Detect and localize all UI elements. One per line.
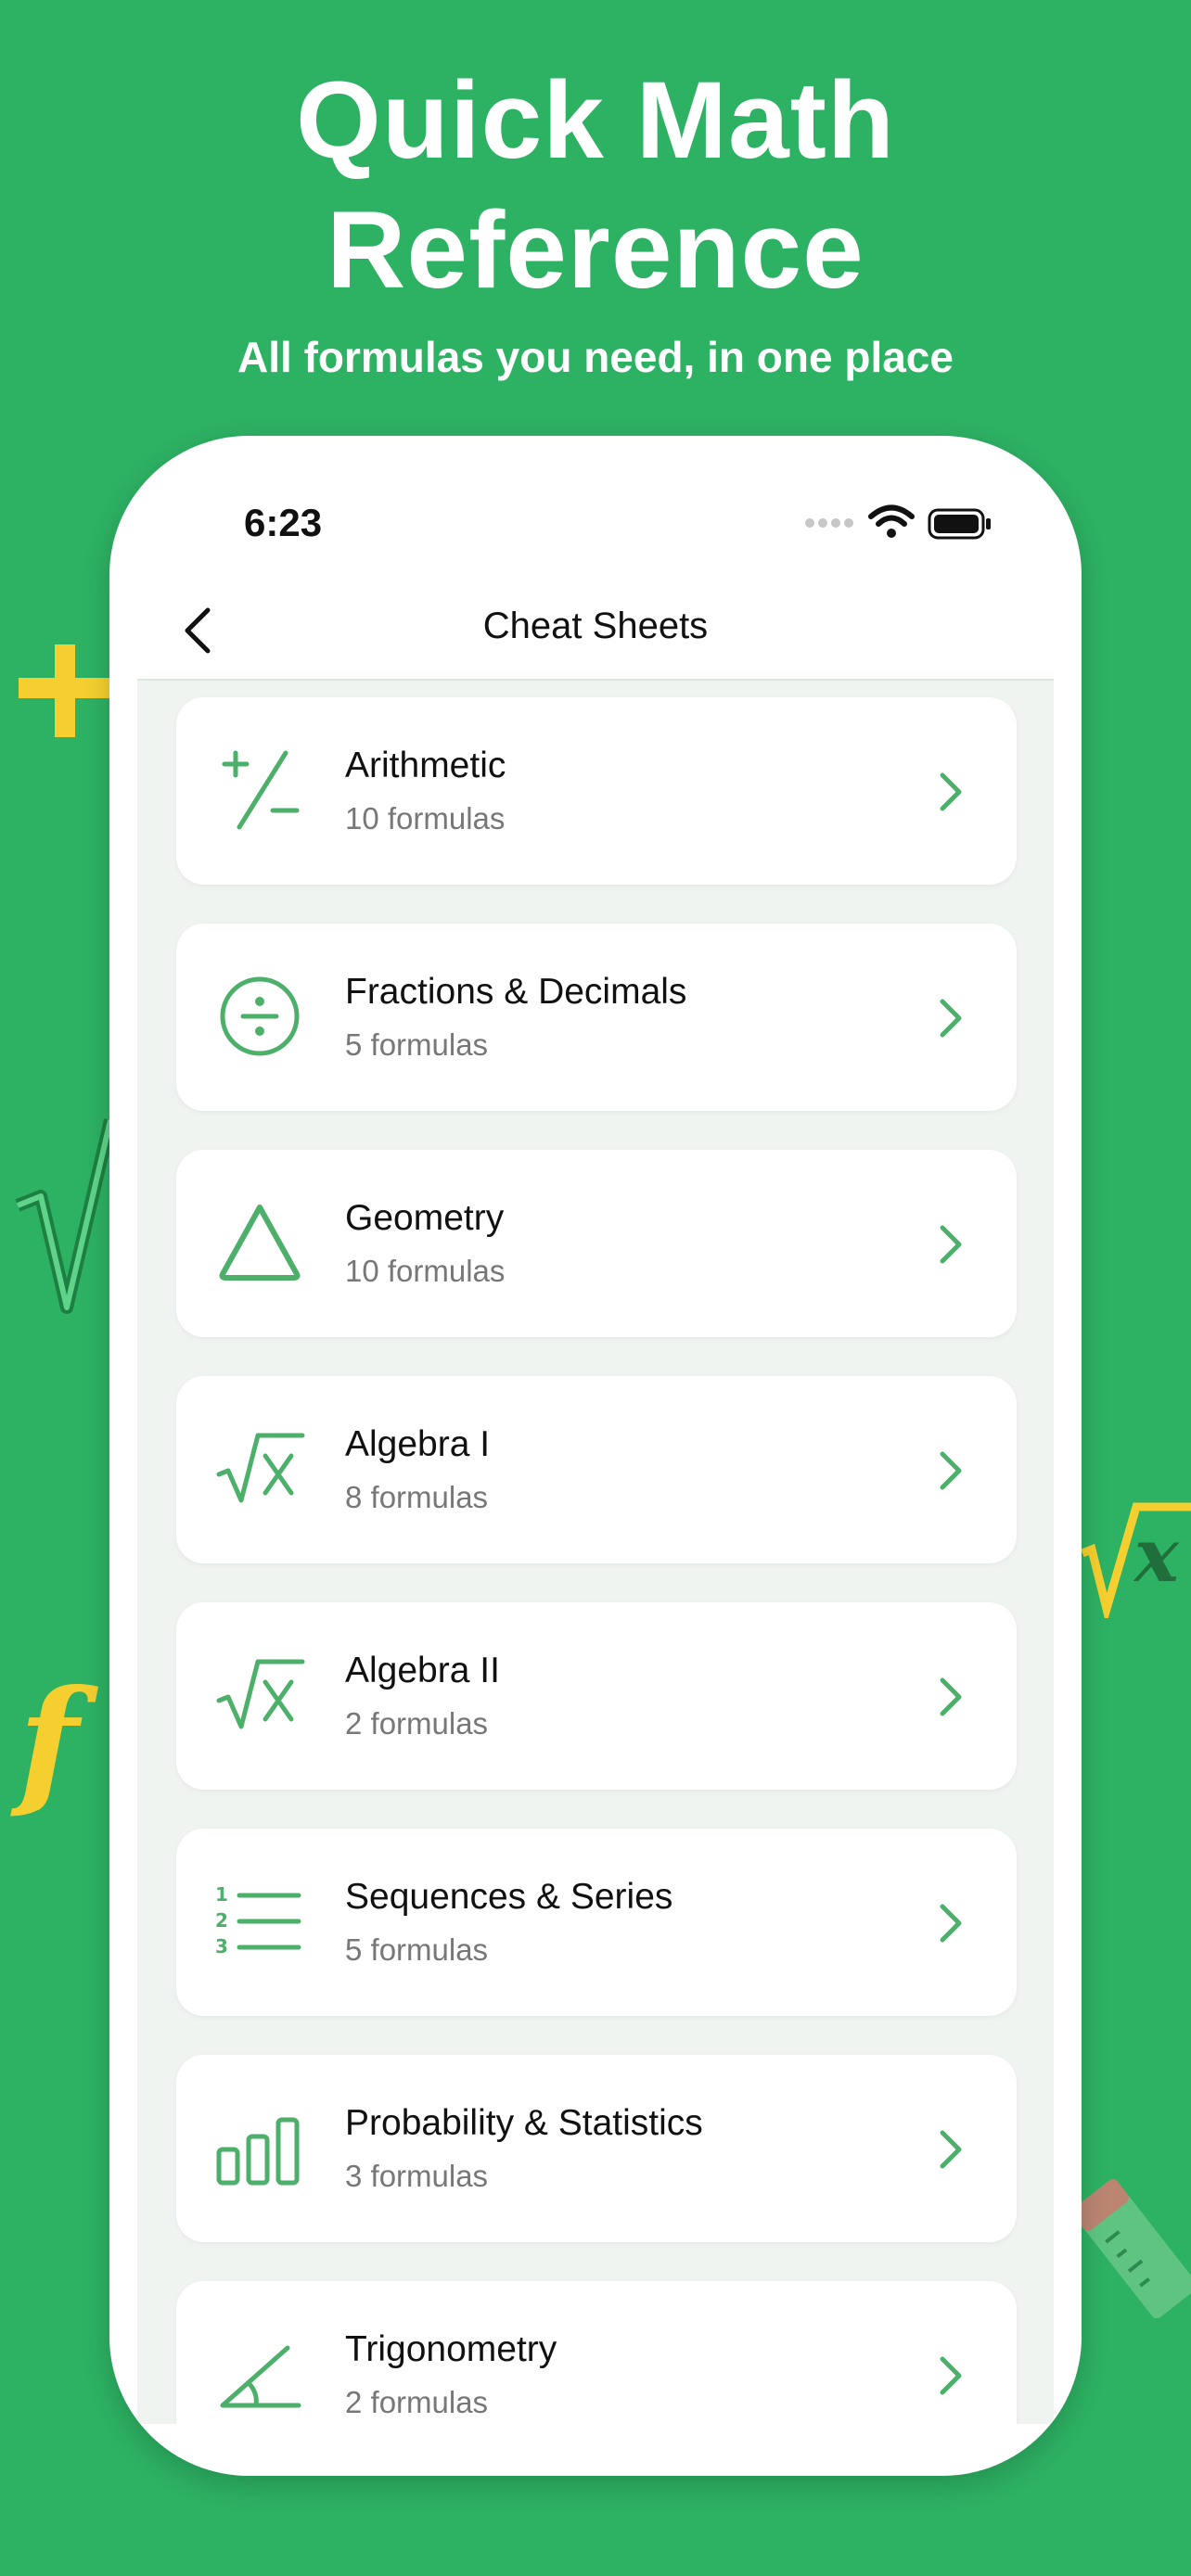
battery-icon — [928, 508, 991, 540]
svg-text:x: x — [1133, 1511, 1180, 1599]
svg-text:2: 2 — [215, 1909, 228, 1932]
category-title: Algebra II — [345, 1651, 500, 1690]
plus-decoration-icon — [19, 644, 111, 737]
sqrt-x-icon — [216, 1659, 305, 1729]
bar-chart-icon — [216, 2117, 300, 2186]
category-card-algebra-1[interactable]: Algebra I 8 formulas — [176, 1376, 1017, 1563]
formula-count: 2 formulas — [345, 1706, 489, 1741]
chevron-right-icon — [940, 2130, 962, 2169]
category-card-fractions-decimals[interactable]: Fractions & Decimals 5 formulas — [176, 924, 1017, 1111]
headline-line-2: Reference — [327, 189, 864, 312]
category-title: Arithmetic — [345, 746, 506, 785]
chevron-right-icon — [940, 1225, 962, 1264]
category-card-trigonometry[interactable]: Trigonometry 2 formulas — [176, 2281, 1017, 2424]
angle-icon — [220, 2345, 301, 2408]
headline-line-1: Quick Math — [296, 59, 895, 182]
svg-text:1: 1 — [215, 1883, 228, 1906]
sqrt-decoration-icon — [15, 1118, 115, 1314]
signal-dots-icon — [805, 518, 853, 528]
formula-count: 5 formulas — [345, 1932, 489, 1967]
plus-minus-icon — [222, 750, 300, 830]
triangle-icon — [219, 1205, 301, 1281]
divide-icon — [220, 976, 300, 1056]
chevron-right-icon — [940, 1677, 962, 1716]
formula-count: 10 formulas — [345, 1254, 506, 1288]
category-title: Trigonometry — [345, 2329, 557, 2369]
category-card-arithmetic[interactable]: Arithmetic 10 formulas — [176, 697, 1017, 885]
category-card-sequences-series[interactable]: 1 2 3 Sequences & Series 5 formulas — [176, 1829, 1017, 2016]
category-title: Sequences & Series — [345, 1877, 673, 1917]
formula-count: 10 formulas — [345, 801, 506, 835]
category-title: Probability & Statistics — [345, 2103, 703, 2143]
numbered-list-icon: 1 2 3 — [215, 1883, 301, 1958]
cheat-sheet-list: Arithmetic 10 formulas Fractions & Decim… — [137, 681, 1054, 2424]
formula-count: 2 formulas — [345, 2385, 489, 2419]
category-title: Geometry — [345, 1198, 505, 1238]
sqrt-x-decoration-icon: x — [1081, 1502, 1191, 1618]
category-card-probability-statistics[interactable]: Probability & Statistics 3 formulas — [176, 2055, 1017, 2242]
status-time: 6:23 — [244, 501, 323, 544]
ruler-decoration-icon — [1076, 2179, 1191, 2318]
formula-count: 5 formulas — [345, 1027, 489, 1062]
chevron-right-icon — [940, 999, 962, 1038]
formula-count: 8 formulas — [345, 1480, 489, 1514]
marketing-headline: Quick Math Reference — [0, 56, 1191, 315]
chevron-right-icon — [940, 1904, 962, 1943]
nav-title: Cheat Sheets — [482, 606, 709, 646]
svg-text:f: f — [10, 1669, 98, 1817]
category-title: Algebra I — [345, 1424, 491, 1464]
chevron-right-icon — [940, 772, 962, 811]
chevron-right-icon — [940, 1451, 962, 1490]
wifi-icon — [868, 504, 915, 538]
marketing-subtitle: All formulas you need, in one place — [237, 333, 954, 381]
category-title: Fractions & Decimals — [345, 972, 687, 1012]
svg-text:3: 3 — [215, 1935, 228, 1958]
phone-screen: 6:23 Cheat Sheets Arithmetic 10 formulas… — [109, 436, 1082, 2476]
chevron-right-icon — [940, 2356, 962, 2395]
sqrt-x-icon — [216, 1433, 305, 1503]
category-card-geometry[interactable]: Geometry 10 formulas — [176, 1150, 1017, 1337]
formula-count: 3 formulas — [345, 2159, 489, 2193]
function-decoration-icon: f — [10, 1669, 98, 1817]
category-card-algebra-2[interactable]: Algebra II 2 formulas — [176, 1602, 1017, 1790]
